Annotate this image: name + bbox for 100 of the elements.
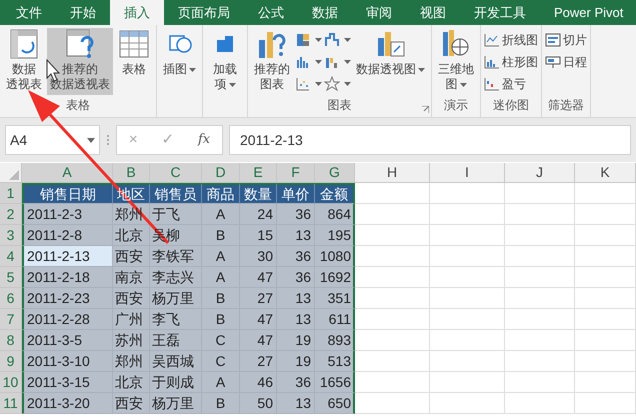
ribbon-tab[interactable]: 文件 [2,0,56,25]
table-cell: 郑州 [113,351,150,372]
empty-cell[interactable] [505,183,575,204]
empty-cell[interactable] [430,225,505,246]
ribbon-button[interactable]: 日程 [545,52,587,71]
ribbon-button[interactable]: 推荐的 图表 [251,28,293,95]
ribbon-button[interactable]: 三维地 图 [435,28,477,95]
table-cell: 195 [315,225,355,246]
ribbon-button[interactable]: 盈亏 [484,74,538,93]
line-sparkline-icon [484,32,500,48]
empty-cell[interactable] [505,372,575,393]
table-cell: 郑州 [113,204,150,225]
table-cell: B [202,393,240,414]
empty-cell[interactable] [505,204,575,225]
ribbon-tab[interactable]: 数据 [298,0,352,25]
column-header[interactable]: B [113,163,150,183]
empty-cell[interactable] [430,372,505,393]
empty-cell[interactable] [505,393,575,414]
ribbon-button[interactable]: 数据 透视表 [3,28,45,95]
ribbon-button[interactable]: 折线图 [484,30,538,49]
empty-cell[interactable] [575,372,636,393]
empty-cell[interactable] [505,267,575,288]
ribbon-tab[interactable]: 开始 [56,0,110,25]
empty-cell[interactable] [505,288,575,309]
empty-cell[interactable] [505,246,575,267]
empty-cell[interactable] [575,288,636,309]
empty-cell[interactable] [430,183,505,204]
drag-handle-icon[interactable] [106,134,110,146]
empty-cell[interactable] [430,204,505,225]
table-cell: 2011-3-5 [22,330,113,351]
formula-field[interactable]: 2011-2-13 [229,125,631,155]
empty-cell[interactable] [430,288,505,309]
row-header[interactable]: 10 [0,372,22,393]
empty-cell[interactable] [575,393,636,414]
empty-cell[interactable] [505,225,575,246]
empty-cell[interactable] [575,246,636,267]
empty-cell[interactable] [430,246,505,267]
empty-cell[interactable] [575,183,636,204]
ribbon-tab[interactable]: 开发工具 [460,0,540,25]
row-header[interactable]: 11 [0,393,22,414]
column-header[interactable]: I [430,163,505,183]
empty-cell[interactable] [575,204,636,225]
column-header[interactable]: G [315,163,355,183]
ribbon-button[interactable]: 表格 [115,28,153,95]
row-header[interactable]: 8 [0,330,22,351]
ribbon-button[interactable]: 柱形图 [484,52,538,71]
ribbon-tab[interactable]: 页面布局 [164,0,244,25]
ribbon-tab[interactable]: 视图 [406,0,460,25]
column-header[interactable]: E [240,163,277,183]
column-header[interactable]: A [22,163,113,183]
column-header[interactable]: H [355,163,430,183]
empty-cell[interactable] [430,309,505,330]
ribbon-tab[interactable]: 公式 [244,0,298,25]
row-header[interactable]: 7 [0,309,22,330]
ribbon-tab[interactable]: 插入 [110,0,164,25]
ribbon-button[interactable]: 插图 [160,28,199,95]
empty-cell[interactable] [505,330,575,351]
chart-type-button[interactable] [324,30,351,49]
empty-cell[interactable] [575,267,636,288]
empty-cell[interactable] [430,330,505,351]
name-box[interactable]: A4 [5,125,100,155]
column-header[interactable]: K [575,163,636,183]
table-cell: 王磊 [150,330,202,351]
table-cell: A [202,267,240,288]
ribbon-tab[interactable]: Power Pivot [540,0,636,25]
empty-cell[interactable] [505,309,575,330]
empty-cell[interactable] [575,351,636,372]
ribbon-button[interactable]: 数据透视图 [353,28,428,95]
table-cell: 2011-2-28 [22,309,113,330]
ribbon-button[interactable]: 切片 [545,30,587,49]
row-header[interactable]: 6 [0,288,22,309]
column-header[interactable]: F [277,163,315,183]
group-label: 图表 [328,97,352,114]
empty-cell[interactable] [575,225,636,246]
ribbon-tab[interactable]: 审阅 [352,0,406,25]
insert-function-button[interactable]: fx [198,130,210,150]
empty-cell[interactable] [430,267,505,288]
dialog-launcher-icon[interactable] [422,106,429,113]
row-header[interactable]: 5 [0,267,22,288]
chart-type-button[interactable] [324,74,351,93]
table-cell: 13 [277,225,315,246]
empty-cell[interactable] [430,393,505,414]
table-cell: B [202,288,240,309]
empty-cell[interactable] [430,351,505,372]
row-header[interactable]: 2 [0,204,22,225]
empty-cell[interactable] [575,330,636,351]
empty-cell[interactable] [505,351,575,372]
column-header[interactable]: J [505,163,575,183]
row-header[interactable]: 3 [0,225,22,246]
row-header[interactable]: 1 [0,183,22,204]
row-header[interactable]: 9 [0,351,22,372]
row-header[interactable]: 4 [0,246,22,267]
ribbon-button[interactable]: 加载 项 [206,28,244,95]
column-header[interactable]: D [202,163,240,183]
select-all-icon[interactable] [9,170,19,180]
formula-text: 2011-2-13 [240,130,303,150]
empty-cell[interactable] [575,309,636,330]
table-cell: 2011-2-13 [22,246,113,267]
column-header[interactable]: C [150,163,202,183]
table-cell: 2011-2-23 [22,288,113,309]
